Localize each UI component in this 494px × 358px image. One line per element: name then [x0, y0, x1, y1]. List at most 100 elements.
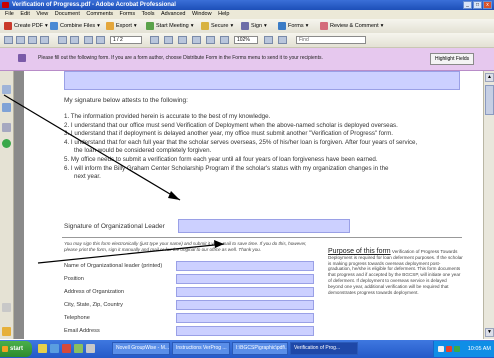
quicklaunch-browser-icon[interactable]: [50, 344, 59, 353]
snapshot-icon[interactable]: [164, 36, 173, 44]
menu-edit[interactable]: Edit: [20, 11, 29, 17]
acrobat-icon: [2, 2, 9, 8]
menu-forms[interactable]: Forms: [120, 11, 136, 17]
email-icon[interactable]: [40, 36, 49, 44]
maximize-button[interactable]: □: [473, 1, 482, 9]
city-field[interactable]: [176, 300, 314, 310]
review-comment-button[interactable]: Review & Comment ▾: [320, 21, 383, 31]
signature-field[interactable]: [178, 219, 350, 233]
menu-document[interactable]: Document: [55, 11, 80, 17]
quicklaunch-app-icon[interactable]: [74, 344, 83, 353]
taskbar-verification[interactable]: Verification of Prog...: [290, 342, 358, 355]
clock: 10:05 AM: [467, 346, 491, 352]
email-field[interactable]: [176, 326, 314, 336]
save-icon[interactable]: [16, 36, 25, 44]
address-field[interactable]: [176, 287, 314, 297]
forms-button[interactable]: Forms ▾: [278, 21, 308, 31]
close-button[interactable]: x: [483, 1, 492, 9]
signature-label: Signature of Organizational Leader: [64, 223, 165, 230]
vertical-scrollbar[interactable]: ▲ ▼: [483, 71, 494, 339]
attest-item: 1. The information provided herein is ac…: [64, 113, 271, 120]
position-field[interactable]: [176, 274, 314, 284]
open-icon[interactable]: [4, 36, 13, 44]
attachments-icon[interactable]: [2, 303, 11, 312]
form-text-field[interactable]: [64, 71, 460, 90]
print-icon[interactable]: [28, 36, 37, 44]
fit-width-icon[interactable]: [206, 36, 215, 44]
quicklaunch-app-icon[interactable]: [62, 344, 71, 353]
menu-file[interactable]: File: [5, 11, 14, 17]
tray-icon[interactable]: [438, 346, 444, 352]
secure-button[interactable]: Secure ▾: [201, 21, 233, 31]
pen-icon: [241, 22, 249, 30]
field-label-city: City, State, Zip, Country: [64, 302, 123, 308]
previous-page-icon[interactable]: [84, 36, 93, 44]
sign-button[interactable]: Sign ▾: [241, 21, 267, 31]
page-number-field[interactable]: 1 / 2: [110, 36, 142, 44]
taskbar-folder[interactable]: I:\BGCSP\graphic\pdf\...: [232, 342, 288, 355]
taskbar-instructions[interactable]: Instructions VerProg ...: [172, 342, 230, 355]
navigation-toolbar: 1 / 2 102% Find: [0, 33, 494, 48]
menu-view[interactable]: View: [36, 11, 48, 17]
document-message-bar: Please fill out the following form. If y…: [0, 48, 494, 71]
taskbar: start Novell GroupWise - M... Instructio…: [0, 340, 494, 358]
attest-item: 2. I understand that our office must sen…: [64, 121, 398, 129]
rotate-icon[interactable]: [264, 36, 273, 44]
export-button[interactable]: Export ▾: [106, 21, 137, 31]
system-tray: 10:05 AM: [433, 341, 494, 357]
quicklaunch-folder-icon[interactable]: [38, 344, 47, 353]
tasks-toolbar: Create PDF ▾ Combine Files ▾ Export ▾ Start…: [0, 19, 494, 34]
telephone-field[interactable]: [176, 313, 314, 323]
zoom-in-icon[interactable]: [178, 36, 187, 44]
attest-list: 1. The information provided herein is ac…: [64, 113, 464, 182]
minimize-button[interactable]: _: [463, 1, 472, 9]
attest-item: 6. I will inform the Billy Graham Center…: [64, 164, 389, 172]
start-meeting-button[interactable]: Start Meeting ▾: [146, 21, 193, 31]
find-field[interactable]: Find: [296, 36, 366, 44]
menu-advanced[interactable]: Advanced: [161, 11, 185, 17]
leader-name-field[interactable]: [176, 261, 314, 271]
scroll-down-icon[interactable]: ▼: [485, 328, 494, 337]
menu-window[interactable]: Window: [192, 11, 212, 17]
zoom-icon[interactable]: [150, 36, 159, 44]
document-message: Please fill out the following form. If y…: [38, 55, 323, 61]
quicklaunch-app-icon[interactable]: [86, 344, 95, 353]
meeting-icon: [146, 22, 154, 30]
tray-icon[interactable]: [454, 346, 460, 352]
bookmarks-icon[interactable]: [2, 103, 11, 112]
hand-tool-icon[interactable]: [58, 36, 67, 44]
zoom-out-icon[interactable]: [192, 36, 201, 44]
menu-tools[interactable]: Tools: [142, 11, 155, 17]
signatures-icon[interactable]: [2, 123, 11, 132]
menu-bar: File Edit View Document Comments Forms T…: [0, 10, 494, 19]
form-info-icon: [18, 54, 26, 62]
select-tool-icon[interactable]: [70, 36, 79, 44]
field-label-email: Email Address: [64, 328, 100, 334]
scroll-thumb[interactable]: [485, 85, 494, 115]
zoom-field[interactable]: 102%: [234, 36, 258, 44]
attest-item: 5. My office needs to submit a verificat…: [64, 155, 378, 163]
document-page: My signature below attests to the follow…: [24, 71, 483, 339]
read-mode-icon[interactable]: [278, 36, 287, 44]
window-controls: _ □ x: [463, 1, 492, 9]
attest-item: 3. I understand that if deployment is de…: [64, 130, 393, 138]
how-to-icon[interactable]: [2, 139, 11, 148]
next-page-icon[interactable]: [96, 36, 105, 44]
combine-files-button[interactable]: Combine Files ▾: [50, 21, 100, 31]
highlight-fields-button[interactable]: Highlight Fields: [430, 53, 475, 65]
comments-icon[interactable]: [2, 327, 11, 336]
review-icon: [320, 22, 328, 30]
field-label-position: Position: [64, 276, 84, 282]
scroll-up-icon[interactable]: ▲: [485, 73, 494, 82]
fit-page-icon[interactable]: [220, 36, 229, 44]
create-pdf-button[interactable]: Create PDF ▾: [4, 21, 48, 31]
tray-icon[interactable]: [446, 346, 452, 352]
combine-files-icon: [50, 22, 58, 30]
title-bar: Verification of Progress.pdf - Adobe Acr…: [0, 0, 494, 10]
start-button[interactable]: start: [0, 341, 32, 357]
divider: [62, 237, 462, 238]
menu-comments[interactable]: Comments: [86, 11, 113, 17]
taskbar-groupwise[interactable]: Novell GroupWise - M...: [112, 342, 170, 355]
pages-icon[interactable]: [2, 85, 11, 94]
menu-help[interactable]: Help: [218, 11, 229, 17]
